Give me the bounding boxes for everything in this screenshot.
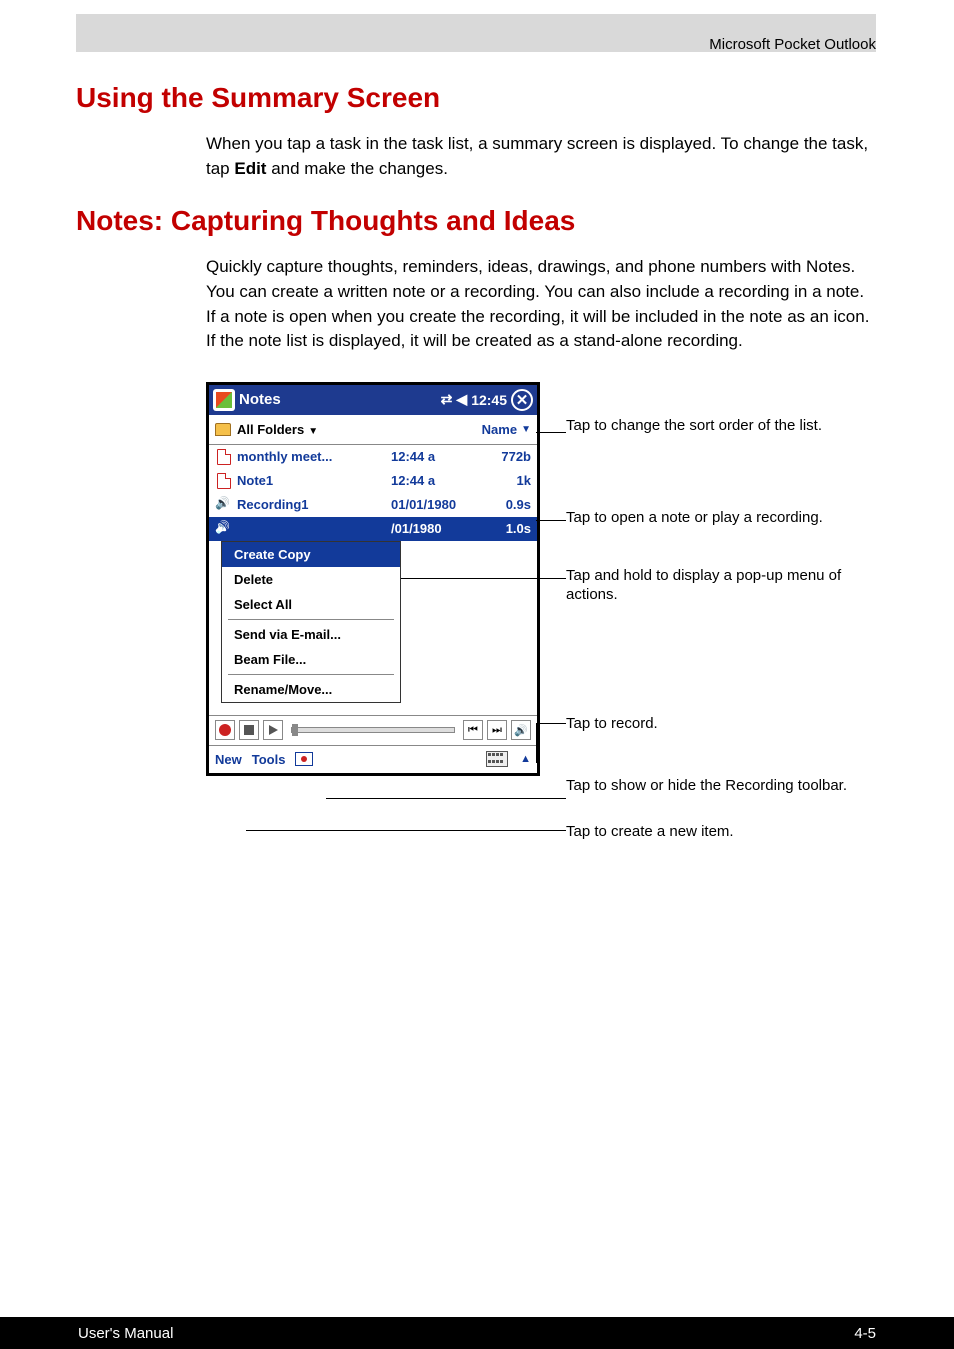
prev-button[interactable]: ⏮ <box>463 720 483 740</box>
notes-paragraph: Quickly capture thoughts, reminders, ide… <box>206 255 876 354</box>
callout-new: Tap to create a new item. <box>566 822 734 842</box>
sip-up-icon[interactable]: ▲ <box>520 753 531 765</box>
app-title: Notes <box>239 391 281 408</box>
list-item-selected[interactable]: /01/1980 1.0s <box>209 517 537 541</box>
speaker-icon <box>217 498 231 512</box>
list-item[interactable]: Recording1 01/01/1980 0.9s <box>209 493 537 517</box>
close-icon[interactable]: ✕ <box>511 389 533 411</box>
callout-popup: Tap and hold to display a pop-up menu of… <box>566 566 876 605</box>
callout-record: Tap to record. <box>566 714 658 734</box>
folder-icon <box>215 423 231 436</box>
context-menu: Create Copy Delete Select All Send via E… <box>221 541 401 703</box>
playback-slider[interactable] <box>291 727 455 733</box>
play-button[interactable] <box>263 720 283 740</box>
volume-button[interactable]: 🔊 <box>511 720 531 740</box>
menu-new[interactable]: New <box>215 752 242 767</box>
stop-button[interactable] <box>239 720 259 740</box>
figure: Notes ⇄ ◀ 12:45 ✕ All Folders▼ Name▼ <box>206 378 876 858</box>
callout-toolbar: Tap to show or hide the Recording toolba… <box>566 776 847 796</box>
recording-toolbar-toggle[interactable] <box>295 752 313 766</box>
clock: 12:45 <box>471 392 507 408</box>
menu-item-rename-move[interactable]: Rename/Move... <box>222 677 400 702</box>
menu-tools[interactable]: Tools <box>252 752 286 767</box>
footer-left: User's Manual <box>78 1325 173 1342</box>
callout-open: Tap to open a note or play a recording. <box>566 508 823 528</box>
page-footer: User's Manual 4-5 <box>0 1317 954 1349</box>
note-icon <box>217 449 231 465</box>
device-titlebar: Notes ⇄ ◀ 12:45 ✕ <box>209 385 537 415</box>
chevron-down-icon: ▼ <box>308 426 318 437</box>
status-area[interactable]: ⇄ ◀ 12:45 <box>441 391 507 408</box>
section-heading-summary: Using the Summary Screen <box>76 82 876 114</box>
volume-icon: ◀ <box>456 391 467 408</box>
chapter-title: Microsoft Pocket Outlook <box>709 36 876 53</box>
list-item[interactable]: Note1 12:44 a 1k <box>209 469 537 493</box>
speaker-icon <box>217 522 231 536</box>
menu-item-select-all[interactable]: Select All <box>222 592 400 617</box>
menu-item-beam-file[interactable]: Beam File... <box>222 647 400 672</box>
footer-right: 4-5 <box>854 1325 876 1342</box>
menu-item-delete[interactable]: Delete <box>222 567 400 592</box>
menu-item-send-email[interactable]: Send via E-mail... <box>222 622 400 647</box>
list-item[interactable]: monthly meet... 12:44 a 772b <box>209 445 537 469</box>
note-icon <box>217 473 231 489</box>
connectivity-icon: ⇄ <box>441 391 453 408</box>
start-icon[interactable] <box>213 389 235 411</box>
chevron-down-icon: ▼ <box>521 424 531 435</box>
menu-divider <box>228 674 394 675</box>
callout-sort: Tap to change the sort order of the list… <box>566 416 822 436</box>
notes-list: monthly meet... 12:44 a 772b Note1 12:44… <box>209 445 537 715</box>
folder-bar: All Folders▼ Name▼ <box>209 415 537 445</box>
device-menu-bar: New Tools ▲ <box>209 745 537 773</box>
keyboard-icon[interactable] <box>486 751 508 767</box>
summary-text-bold: Edit <box>234 159 266 178</box>
record-button[interactable] <box>215 720 235 740</box>
menu-divider <box>228 619 394 620</box>
folder-dropdown[interactable]: All Folders▼ <box>237 422 318 437</box>
section-heading-notes: Notes: Capturing Thoughts and Ideas <box>76 205 876 237</box>
next-button[interactable]: ⏭ <box>487 720 507 740</box>
sort-dropdown[interactable]: Name▼ <box>482 422 531 437</box>
device-screenshot: Notes ⇄ ◀ 12:45 ✕ All Folders▼ Name▼ <box>206 382 540 776</box>
summary-text-post: and make the changes. <box>266 159 447 178</box>
recording-toolbar: ⏮ ⏭ 🔊 <box>209 715 537 745</box>
menu-item-create-copy[interactable]: Create Copy <box>222 542 400 567</box>
summary-paragraph: When you tap a task in the task list, a … <box>206 132 876 181</box>
